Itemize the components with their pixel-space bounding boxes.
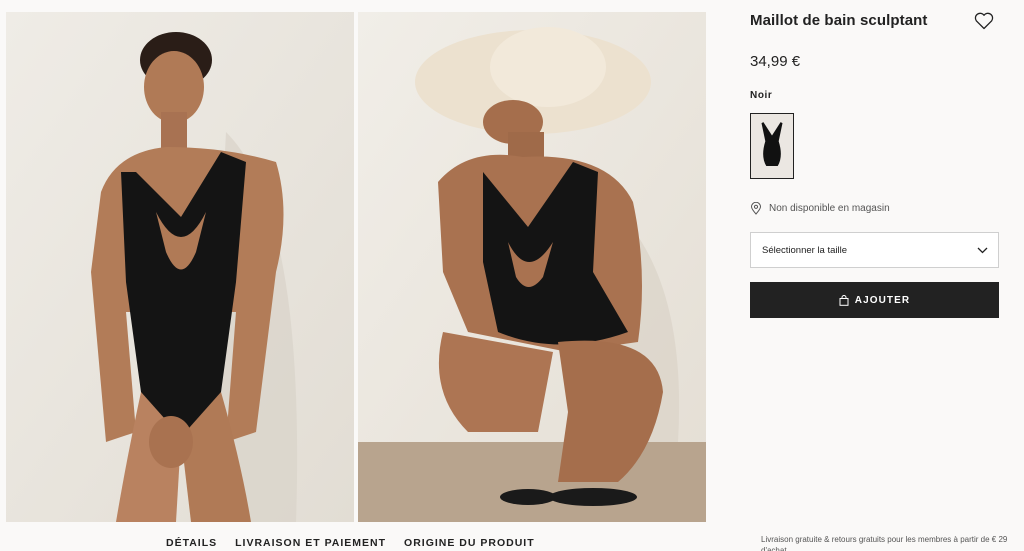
color-name: Noir bbox=[750, 90, 773, 101]
size-select[interactable]: Sélectionner la taille bbox=[750, 232, 999, 268]
product-gallery bbox=[6, 12, 706, 522]
location-pin-icon bbox=[750, 202, 762, 215]
tab-delivery-payment[interactable]: LIVRAISON ET PAIEMENT bbox=[235, 537, 386, 549]
product-photo-standing[interactable] bbox=[6, 12, 354, 522]
shopping-bag-icon bbox=[839, 294, 849, 306]
product-title: Maillot de bain sculptant bbox=[750, 12, 928, 29]
store-availability: Non disponible en magasin bbox=[750, 202, 890, 215]
heart-icon[interactable] bbox=[974, 12, 994, 30]
tab-product-origin[interactable]: ORIGINE DU PRODUIT bbox=[404, 537, 535, 549]
delivery-note: Livraison gratuite & retours gratuits po… bbox=[761, 535, 1008, 551]
model-standing-image bbox=[6, 12, 354, 522]
product-details-bar: DÉTAILS LIVRAISON ET PAIEMENT ORIGINE DU… bbox=[0, 522, 1024, 551]
model-crouching-image bbox=[358, 12, 706, 522]
add-to-bag-button[interactable]: AJOUTER bbox=[750, 282, 999, 318]
swimsuit-thumbnail bbox=[761, 122, 783, 167]
product-photo-crouching[interactable] bbox=[358, 12, 706, 522]
chevron-down-icon bbox=[977, 247, 988, 254]
add-button-label: AJOUTER bbox=[854, 294, 911, 306]
details-tabs: DÉTAILS LIVRAISON ET PAIEMENT ORIGINE DU… bbox=[166, 537, 535, 549]
product-price: 34,99 € bbox=[750, 53, 801, 70]
size-select-label: Sélectionner la taille bbox=[762, 245, 848, 256]
store-availability-text: Non disponible en magasin bbox=[769, 203, 890, 214]
tab-details[interactable]: DÉTAILS bbox=[166, 537, 217, 549]
color-swatch-black[interactable] bbox=[750, 113, 794, 179]
